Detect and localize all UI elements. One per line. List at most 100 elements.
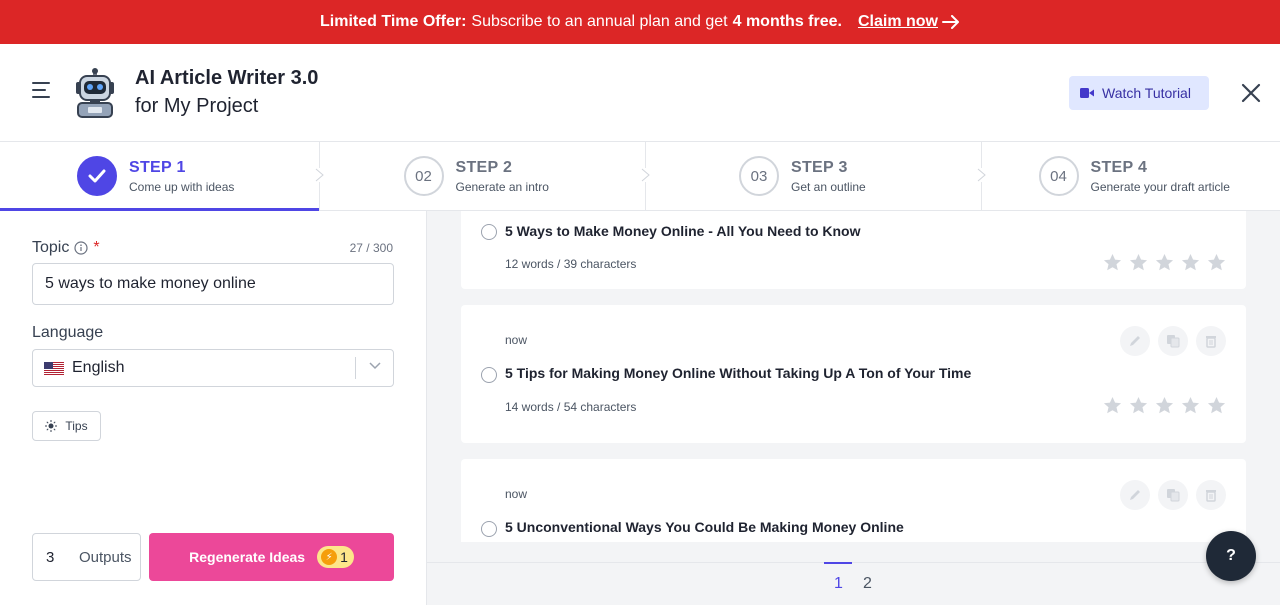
active-page-indicator <box>824 562 852 564</box>
robot-logo <box>76 68 114 118</box>
results-list: 5 Ways to Make Money Online - All You Ne… <box>427 211 1280 542</box>
idea-meta: 14 words / 54 characters <box>505 400 637 414</box>
step-3-number: 03 <box>739 156 779 196</box>
project-subtitle: for My Project <box>135 95 259 117</box>
idea-form-panel: Topic * 27 / 300 Language English Tips 3… <box>0 211 427 605</box>
step-4-tab[interactable]: 04 STEP 4 Generate your draft article <box>982 142 1280 210</box>
idea-card: 5 Ways to Make Money Online - All You Ne… <box>461 211 1246 289</box>
topic-input[interactable] <box>32 263 394 305</box>
star-icon[interactable] <box>1155 396 1174 415</box>
watch-tutorial-label: Watch Tutorial <box>1102 85 1191 101</box>
copy-button[interactable] <box>1158 326 1188 356</box>
star-icon[interactable] <box>1103 253 1122 272</box>
checkmark-icon <box>77 156 117 196</box>
tips-button[interactable]: Tips <box>32 411 101 441</box>
language-select[interactable]: English <box>32 349 394 387</box>
credit-cost-badge: ⚡ 1 <box>317 546 354 568</box>
video-camera-icon <box>1080 88 1094 98</box>
idea-title: 5 Tips for Making Money Online Without T… <box>505 365 972 381</box>
promo-text: Subscribe to an annual plan and get <box>471 13 728 30</box>
step-4-desc: Generate your draft article <box>1090 179 1230 194</box>
copy-icon <box>1167 489 1180 502</box>
star-icon[interactable] <box>1207 253 1226 272</box>
promo-banner: Limited Time Offer: Subscribe to an annu… <box>0 0 1280 44</box>
idea-actions <box>1120 480 1226 510</box>
menu-icon[interactable] <box>32 82 50 98</box>
trash-icon <box>1206 336 1216 348</box>
delete-button[interactable] <box>1196 480 1226 510</box>
step-1-desc: Come up with ideas <box>129 179 235 194</box>
page-1-link[interactable]: 1 <box>834 575 843 593</box>
coin-icon: ⚡ <box>321 549 338 565</box>
watch-tutorial-button[interactable]: Watch Tutorial <box>1069 76 1209 110</box>
copy-button[interactable] <box>1158 480 1188 510</box>
idea-timestamp: now <box>505 333 528 347</box>
idea-select-radio[interactable] <box>481 521 497 537</box>
step-2-tab[interactable]: 02 STEP 2 Generate an intro <box>320 142 652 210</box>
rating-stars <box>1103 253 1226 272</box>
rating-stars <box>1103 396 1226 415</box>
copy-icon <box>1167 335 1180 348</box>
step-1-title: STEP 1 <box>129 158 186 176</box>
app-title: AI Article Writer 3.0 <box>135 67 319 89</box>
help-button[interactable]: ? <box>1206 531 1256 581</box>
edit-button[interactable] <box>1120 480 1150 510</box>
language-value: English <box>72 359 125 376</box>
required-marker: * <box>93 239 100 256</box>
promo-highlight: 4 months free. <box>732 13 842 30</box>
step-2-number: 02 <box>403 156 444 196</box>
info-icon[interactable] <box>74 241 88 255</box>
step-progress: STEP 1 Come up with ideas 02 STEP 2 Gene… <box>0 142 1280 211</box>
star-icon[interactable] <box>1129 396 1148 415</box>
idea-select-radio[interactable] <box>481 224 497 240</box>
claim-now-link[interactable]: Claim now <box>858 13 960 31</box>
credit-cost: 1 <box>340 549 348 565</box>
regenerate-label: Regenerate Ideas <box>189 549 306 565</box>
language-label: Language <box>32 324 104 341</box>
delete-button[interactable] <box>1196 326 1226 356</box>
topic-label-text: Topic <box>32 239 70 256</box>
chevron-down-icon <box>369 362 381 370</box>
star-icon[interactable] <box>1207 396 1226 415</box>
step-2-desc: Generate an intro <box>455 179 549 194</box>
arrow-right-icon <box>941 15 959 29</box>
tips-label: Tips <box>65 419 88 433</box>
us-flag-icon <box>44 361 64 375</box>
star-icon[interactable] <box>1129 253 1148 272</box>
chevron-right-icon <box>640 168 652 182</box>
select-divider <box>355 357 356 379</box>
promo-prefix: Limited Time Offer: <box>320 13 467 30</box>
topic-label: Topic * <box>32 239 100 257</box>
idea-actions <box>1120 326 1226 356</box>
outputs-value: 3 <box>46 548 55 566</box>
star-icon[interactable] <box>1181 253 1200 272</box>
star-icon[interactable] <box>1181 396 1200 415</box>
idea-select-radio[interactable] <box>481 367 497 383</box>
outputs-stepper[interactable]: 3 Outputs <box>32 533 141 581</box>
step-4-title: STEP 4 <box>1090 158 1148 176</box>
star-icon[interactable] <box>1103 396 1122 415</box>
step-2-title: STEP 2 <box>455 158 513 176</box>
idea-card: now 5 Unconventional Ways You Could Be M… <box>461 459 1246 542</box>
results-panel: 5 Ways to Make Money Online - All You Ne… <box>427 211 1280 605</box>
chevron-right-icon <box>313 168 326 182</box>
outputs-label: Outputs <box>79 548 132 566</box>
step-3-tab[interactable]: 03 STEP 3 Get an outline <box>646 142 988 210</box>
app-header: AI Article Writer 3.0 for My Project Wat… <box>0 44 1280 142</box>
lightbulb-icon <box>45 420 58 432</box>
idea-title: 5 Unconventional Ways You Could Be Makin… <box>505 519 904 535</box>
step-3-desc: Get an outline <box>791 179 866 194</box>
page-2-link[interactable]: 2 <box>863 575 872 593</box>
close-icon[interactable] <box>1240 82 1262 104</box>
idea-meta: 12 words / 39 characters <box>505 257 637 271</box>
idea-timestamp: now <box>505 487 528 501</box>
step-4-number: 04 <box>1038 156 1079 196</box>
chevron-right-icon <box>975 168 988 182</box>
trash-icon <box>1206 490 1216 502</box>
step-1-tab[interactable]: STEP 1 Come up with ideas <box>0 142 326 211</box>
edit-button[interactable] <box>1120 326 1150 356</box>
star-icon[interactable] <box>1155 253 1174 272</box>
regenerate-ideas-button[interactable]: Regenerate Ideas ⚡ 1 <box>149 533 394 581</box>
step-3-title: STEP 3 <box>791 158 848 176</box>
topic-char-counter: 27 / 300 <box>349 241 393 255</box>
